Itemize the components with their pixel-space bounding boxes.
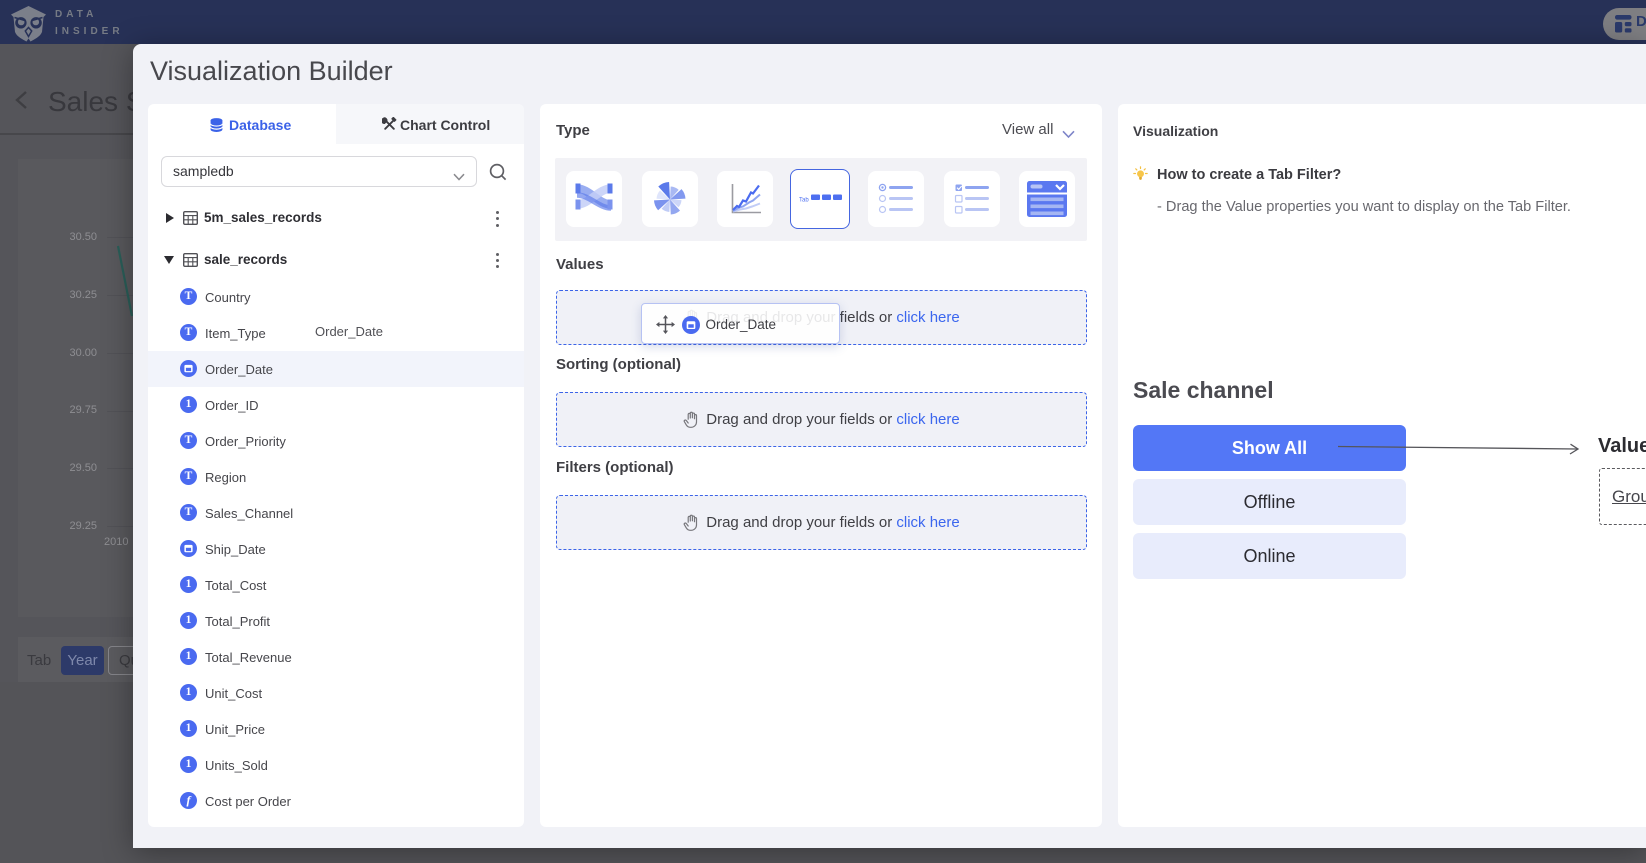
svg-text:Tab: Tab [799,198,809,204]
